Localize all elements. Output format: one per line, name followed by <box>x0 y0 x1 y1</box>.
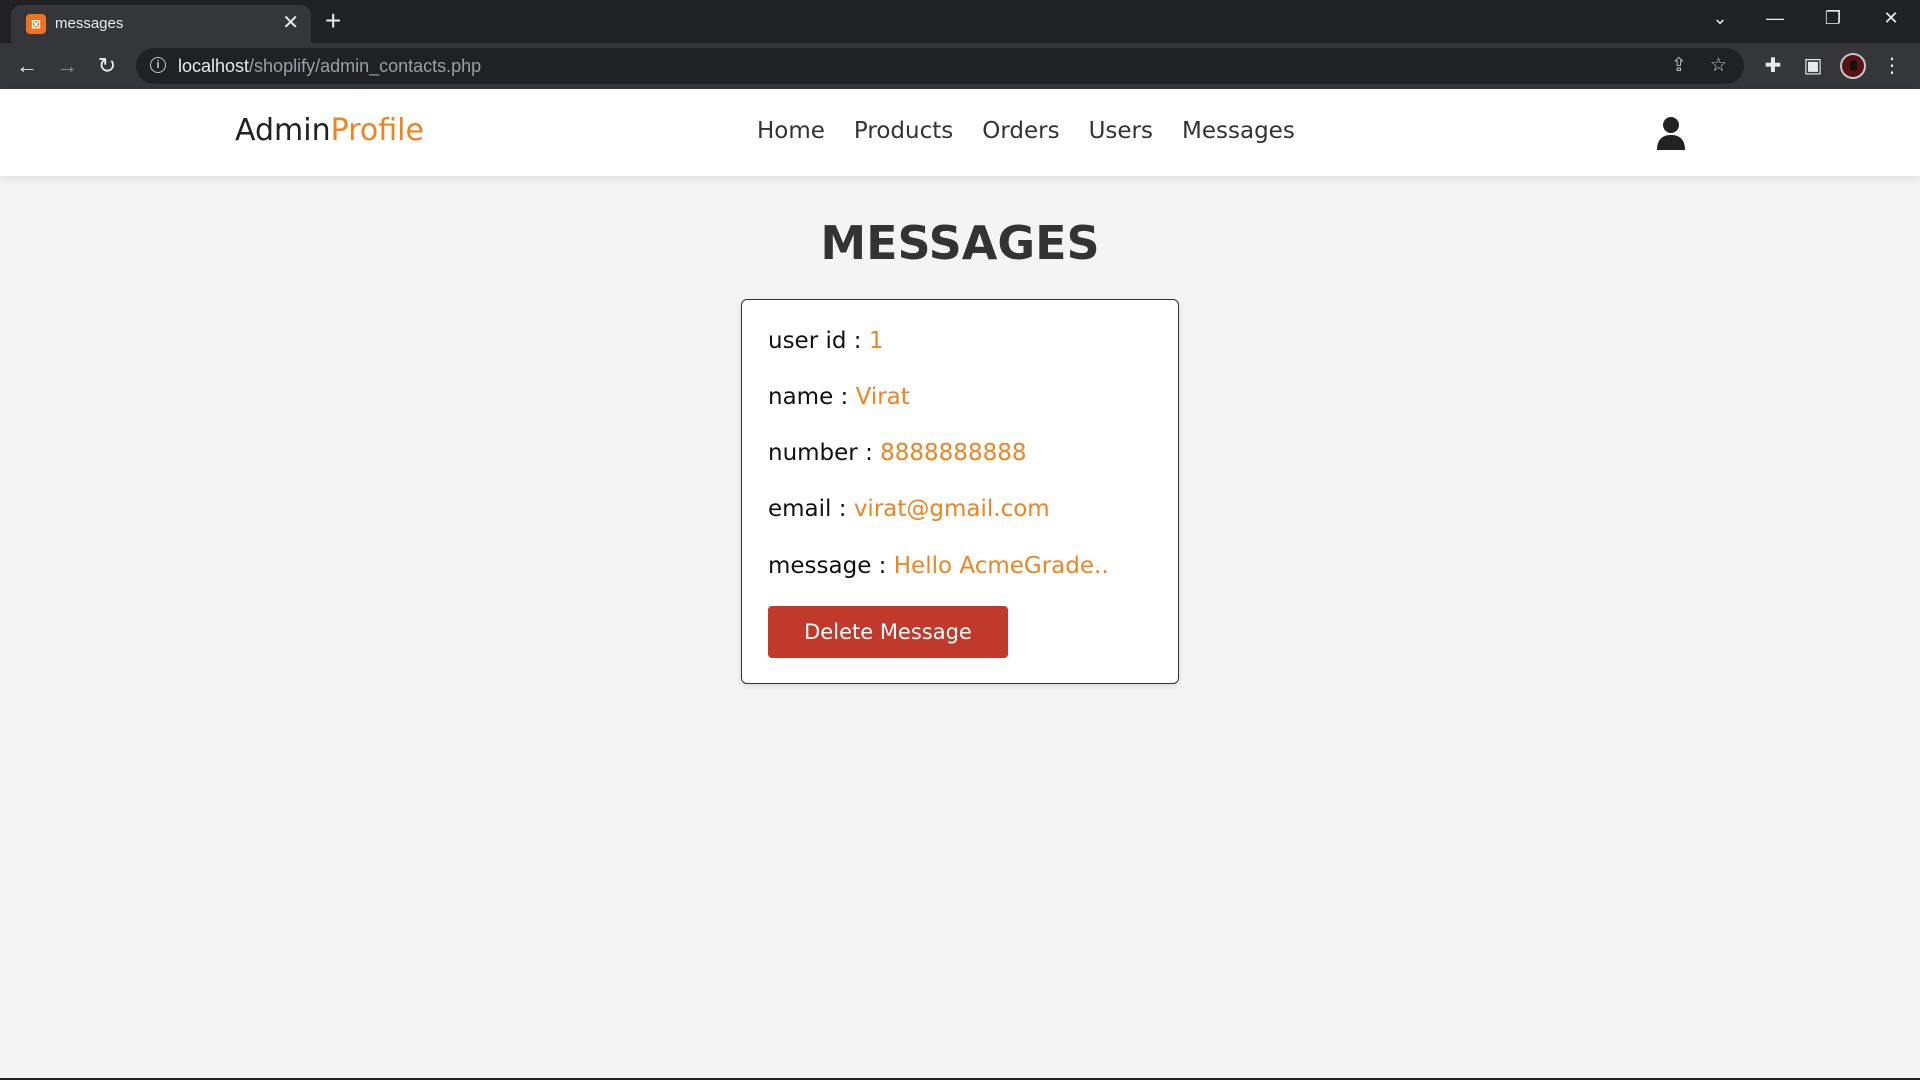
user-id-value: 1 <box>868 328 884 354</box>
number-row: number : 8888888888 <box>768 440 1026 466</box>
message-value: Hello AcmeGrade.. <box>893 553 1109 579</box>
name-value: Virat <box>855 384 910 410</box>
tab-title: messages <box>55 15 124 32</box>
delete-message-button[interactable]: Delete Message <box>768 606 1008 658</box>
nav-users[interactable]: Users <box>1089 118 1153 144</box>
close-tab-icon[interactable]: ✕ <box>282 12 299 34</box>
nav-orders[interactable]: Orders <box>982 118 1059 144</box>
more-menu-icon[interactable]: ⋮ <box>1877 51 1907 81</box>
user-id-label: user id : <box>768 328 869 354</box>
logo[interactable]: AdminProfile <box>235 113 424 148</box>
message-label: message : <box>768 553 894 579</box>
address-bar[interactable]: i localhost/shoplify/admin_contacts.php … <box>136 48 1744 84</box>
forward-arrow-icon[interactable]: → <box>52 51 82 81</box>
extensions-puzzle-icon[interactable]: ✚ <box>1758 51 1788 81</box>
main-nav: Home Products Orders Users Messages <box>757 118 1295 144</box>
browser-toolbar: ← → ↻ i localhost/shoplify/admin_contact… <box>0 43 1920 89</box>
logo-main: Admin <box>235 113 331 148</box>
page-title: MESSAGES <box>820 216 1100 270</box>
url-path: /shoplify/admin_contacts.php <box>249 56 482 76</box>
message-row: message : Hello AcmeGrade.. <box>768 553 1109 579</box>
email-value: virat@gmail.com <box>853 496 1050 522</box>
reload-icon[interactable]: ↻ <box>92 51 122 81</box>
browser-tabstrip: ⊠ messages ✕ + ⌄ — ❐ ✕ <box>0 0 1920 43</box>
share-icon[interactable]: ⇪ <box>1671 54 1687 78</box>
site-info-icon[interactable]: i <box>150 57 166 73</box>
restore-icon[interactable]: ❐ <box>1818 6 1848 30</box>
nav-messages[interactable]: Messages <box>1182 118 1295 144</box>
new-tab-icon[interactable]: + <box>325 6 341 36</box>
tab-search-chevron-icon[interactable]: ⌄ <box>1705 6 1735 30</box>
logo-accent: Profile <box>330 113 424 148</box>
name-label: name : <box>768 384 856 410</box>
minimize-icon[interactable]: — <box>1760 6 1790 30</box>
email-label: email : <box>768 496 854 522</box>
xampp-icon: ⊠ <box>26 14 46 34</box>
number-value: 8888888888 <box>880 440 1027 466</box>
name-row: name : Virat <box>768 384 910 410</box>
site-header: AdminProfile Home Products Orders Users … <box>0 89 1920 176</box>
bookmark-star-icon[interactable]: ☆ <box>1710 54 1727 78</box>
nav-products[interactable]: Products <box>854 118 953 144</box>
side-panel-icon[interactable]: ▣ <box>1798 51 1828 81</box>
nav-home[interactable]: Home <box>757 118 825 144</box>
number-label: number : <box>768 440 881 466</box>
profile-avatar[interactable] <box>1840 53 1866 79</box>
email-row: email : virat@gmail.com <box>768 496 1050 522</box>
back-arrow-icon[interactable]: ← <box>12 51 42 81</box>
user-id-row: user id : 1 <box>768 328 883 354</box>
message-card: user id : 1 name : Virat number : 888888… <box>741 299 1179 684</box>
window-close-icon[interactable]: ✕ <box>1876 6 1906 30</box>
url-host: localhost <box>178 56 250 76</box>
url-text[interactable]: localhost/shoplify/admin_contacts.php <box>178 56 481 77</box>
user-icon[interactable] <box>1656 116 1686 150</box>
browser-tab[interactable]: ⊠ messages ✕ <box>11 5 311 43</box>
